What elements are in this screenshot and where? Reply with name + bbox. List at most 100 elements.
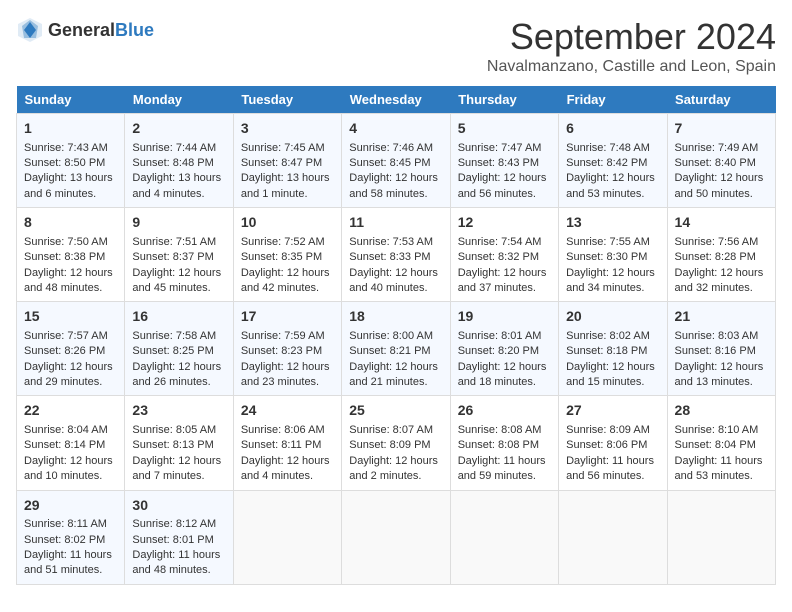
day-number: 10 [241,213,334,233]
calendar-header-row: SundayMondayTuesdayWednesdayThursdayFrid… [17,86,776,114]
calendar-cell: 3Sunrise: 7:45 AMSunset: 8:47 PMDaylight… [233,114,341,208]
daylight-text: Daylight: 12 hours and 34 minutes. [566,266,659,297]
calendar-cell: 14Sunrise: 7:56 AMSunset: 8:28 PMDayligh… [667,208,775,302]
calendar-cell: 22Sunrise: 8:04 AMSunset: 8:14 PMDayligh… [17,396,125,490]
sunset-text: Sunset: 8:20 PM [458,344,551,359]
daylight-text: Daylight: 12 hours and 4 minutes. [241,454,334,485]
day-number: 12 [458,213,551,233]
sunrise-text: Sunrise: 7:47 AM [458,141,551,156]
sunset-text: Sunset: 8:42 PM [566,156,659,171]
sunrise-text: Sunrise: 8:07 AM [349,423,442,438]
daylight-text: Daylight: 12 hours and 26 minutes. [132,360,225,391]
daylight-text: Daylight: 12 hours and 58 minutes. [349,171,442,202]
sunrise-text: Sunrise: 8:10 AM [675,423,768,438]
calendar-cell: 24Sunrise: 8:06 AMSunset: 8:11 PMDayligh… [233,396,341,490]
sunset-text: Sunset: 8:09 PM [349,438,442,453]
daylight-text: Daylight: 11 hours and 48 minutes. [132,548,225,579]
sunset-text: Sunset: 8:13 PM [132,438,225,453]
sunset-text: Sunset: 8:38 PM [24,250,117,265]
day-number: 20 [566,307,659,327]
daylight-text: Daylight: 12 hours and 21 minutes. [349,360,442,391]
sunset-text: Sunset: 8:04 PM [675,438,768,453]
sunrise-text: Sunrise: 8:03 AM [675,329,768,344]
day-number: 9 [132,213,225,233]
subtitle: Navalmanzano, Castille and Leon, Spain [487,58,776,76]
sunrise-text: Sunrise: 7:54 AM [458,235,551,250]
sunrise-text: Sunrise: 8:09 AM [566,423,659,438]
daylight-text: Daylight: 12 hours and 50 minutes. [675,171,768,202]
sunset-text: Sunset: 8:50 PM [24,156,117,171]
week-row-5: 29Sunrise: 8:11 AMSunset: 8:02 PMDayligh… [17,490,776,584]
day-number: 26 [458,401,551,421]
sunrise-text: Sunrise: 7:58 AM [132,329,225,344]
daylight-text: Daylight: 13 hours and 6 minutes. [24,171,117,202]
calendar-cell: 20Sunrise: 8:02 AMSunset: 8:18 PMDayligh… [559,302,667,396]
calendar-cell: 23Sunrise: 8:05 AMSunset: 8:13 PMDayligh… [125,396,233,490]
sunrise-text: Sunrise: 8:08 AM [458,423,551,438]
sunrise-text: Sunrise: 7:56 AM [675,235,768,250]
sunset-text: Sunset: 8:37 PM [132,250,225,265]
daylight-text: Daylight: 12 hours and 2 minutes. [349,454,442,485]
daylight-text: Daylight: 12 hours and 45 minutes. [132,266,225,297]
sunset-text: Sunset: 8:01 PM [132,533,225,548]
day-number: 8 [24,213,117,233]
sunset-text: Sunset: 8:40 PM [675,156,768,171]
sunrise-text: Sunrise: 8:12 AM [132,517,225,532]
calendar-cell: 28Sunrise: 8:10 AMSunset: 8:04 PMDayligh… [667,396,775,490]
calendar-cell: 21Sunrise: 8:03 AMSunset: 8:16 PMDayligh… [667,302,775,396]
week-row-2: 8Sunrise: 7:50 AMSunset: 8:38 PMDaylight… [17,208,776,302]
sunset-text: Sunset: 8:47 PM [241,156,334,171]
logo-text: GeneralBlue [48,20,154,41]
sunset-text: Sunset: 8:21 PM [349,344,442,359]
daylight-text: Daylight: 12 hours and 42 minutes. [241,266,334,297]
calendar-cell: 17Sunrise: 7:59 AMSunset: 8:23 PMDayligh… [233,302,341,396]
calendar-cell [233,490,341,584]
sunrise-text: Sunrise: 8:05 AM [132,423,225,438]
sunrise-text: Sunrise: 8:01 AM [458,329,551,344]
sunset-text: Sunset: 8:32 PM [458,250,551,265]
daylight-text: Daylight: 13 hours and 4 minutes. [132,171,225,202]
sunrise-text: Sunrise: 8:06 AM [241,423,334,438]
sunset-text: Sunset: 8:23 PM [241,344,334,359]
calendar-cell: 13Sunrise: 7:55 AMSunset: 8:30 PMDayligh… [559,208,667,302]
sunset-text: Sunset: 8:14 PM [24,438,117,453]
week-row-4: 22Sunrise: 8:04 AMSunset: 8:14 PMDayligh… [17,396,776,490]
day-number: 29 [24,496,117,516]
sunrise-text: Sunrise: 7:57 AM [24,329,117,344]
day-number: 16 [132,307,225,327]
daylight-text: Daylight: 12 hours and 40 minutes. [349,266,442,297]
daylight-text: Daylight: 11 hours and 51 minutes. [24,548,117,579]
calendar-cell: 2Sunrise: 7:44 AMSunset: 8:48 PMDaylight… [125,114,233,208]
calendar-cell: 16Sunrise: 7:58 AMSunset: 8:25 PMDayligh… [125,302,233,396]
sunset-text: Sunset: 8:48 PM [132,156,225,171]
day-number: 18 [349,307,442,327]
logo-blue: Blue [115,20,154,40]
daylight-text: Daylight: 12 hours and 10 minutes. [24,454,117,485]
sunset-text: Sunset: 8:06 PM [566,438,659,453]
day-number: 7 [675,119,768,139]
daylight-text: Daylight: 12 hours and 13 minutes. [675,360,768,391]
calendar-cell: 12Sunrise: 7:54 AMSunset: 8:32 PMDayligh… [450,208,558,302]
header-wednesday: Wednesday [342,86,450,114]
header-saturday: Saturday [667,86,775,114]
calendar-cell: 25Sunrise: 8:07 AMSunset: 8:09 PMDayligh… [342,396,450,490]
daylight-text: Daylight: 12 hours and 53 minutes. [566,171,659,202]
main-title: September 2024 [487,16,776,58]
calendar-cell: 15Sunrise: 7:57 AMSunset: 8:26 PMDayligh… [17,302,125,396]
calendar-cell: 30Sunrise: 8:12 AMSunset: 8:01 PMDayligh… [125,490,233,584]
calendar-cell: 6Sunrise: 7:48 AMSunset: 8:42 PMDaylight… [559,114,667,208]
day-number: 27 [566,401,659,421]
day-number: 22 [24,401,117,421]
day-number: 6 [566,119,659,139]
sunset-text: Sunset: 8:26 PM [24,344,117,359]
calendar-cell: 4Sunrise: 7:46 AMSunset: 8:45 PMDaylight… [342,114,450,208]
title-section: September 2024 Navalmanzano, Castille an… [487,16,776,76]
sunset-text: Sunset: 8:11 PM [241,438,334,453]
sunset-text: Sunset: 8:45 PM [349,156,442,171]
calendar-cell [559,490,667,584]
day-number: 15 [24,307,117,327]
sunrise-text: Sunrise: 7:59 AM [241,329,334,344]
header-sunday: Sunday [17,86,125,114]
daylight-text: Daylight: 12 hours and 7 minutes. [132,454,225,485]
calendar-cell: 1Sunrise: 7:43 AMSunset: 8:50 PMDaylight… [17,114,125,208]
